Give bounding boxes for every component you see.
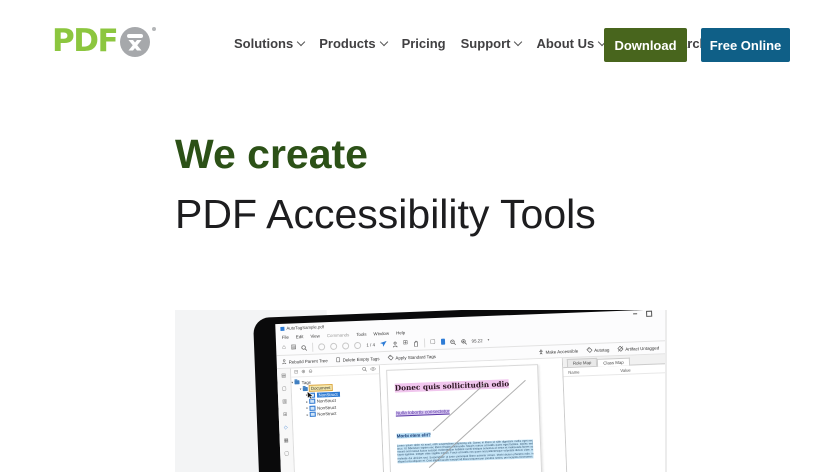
prev-page-button[interactable] [318,342,326,351]
artifact-untagged-button[interactable]: Artifact Untagged [617,344,659,352]
chevron-down-icon [514,37,523,47]
zoom-level-value[interactable]: 95.22 [471,338,482,343]
snapshot-grid-icon[interactable]: ⊞ [403,340,408,346]
person-icon [282,359,287,365]
collapsed-arrow-icon[interactable]: ▸ [306,406,308,410]
clipboard-icon [336,357,341,363]
document-view[interactable]: Donec quis sollicitudin odio Nulla lobor… [379,358,572,472]
home-icon[interactable]: ⌂ [282,345,286,351]
pages-icon[interactable]: ▤ [291,344,297,350]
search-icon[interactable] [301,338,308,356]
accessibility-icon [539,349,543,355]
expanded-arrow-icon[interactable]: ▾ [291,381,293,385]
chevron-down-icon [379,37,388,47]
hero-line-2: PDF Accessibility Tools [175,191,596,237]
menu-view[interactable]: View [310,333,320,338]
app-window: AutoTagSample.pdf File Edit View Command… [275,310,665,472]
tag-icon [586,347,593,353]
tab-role-map[interactable]: Role Map [566,357,598,367]
zoom-in-icon[interactable] [460,332,467,350]
fields-panel-icon[interactable]: ▢ [284,451,289,457]
nav-item-products[interactable]: Products [319,36,388,51]
app-icon [280,326,285,331]
next-page-button[interactable] [330,342,338,350]
rebuild-parent-tree-button[interactable]: Rebuild Parent Tree [282,357,328,365]
page-indicator: 1 / 4 [366,341,376,348]
find-tag-icon[interactable] [362,366,367,373]
download-button[interactable]: Download [604,28,687,62]
expand-icon[interactable]: ⊕ [301,369,305,375]
folder-icon [294,380,300,385]
minimize-icon[interactable] [633,313,638,315]
nav-item-about-us[interactable]: About Us [536,36,607,51]
bookmarks-panel-icon[interactable]: ▢ [282,386,287,392]
product-screenshot: AutoTagSample.pdf File Edit View Command… [175,310,667,472]
free-online-button[interactable]: Free Online [701,28,790,62]
laptop-frame: AutoTagSample.pdf File Edit View Command… [253,310,665,472]
nav-item-solutions[interactable]: Solutions [234,36,306,51]
make-accessible-button[interactable]: Make Accessible [538,348,578,356]
zoom-dropdown-caret-icon[interactable]: ▾ [487,338,489,342]
maximize-icon[interactable] [646,310,652,317]
hero-line-1: We create [175,131,368,177]
nav-item-support[interactable]: Support [461,36,523,51]
trademark-dot [152,27,157,31]
pdfix-logo-mark-icon [119,26,151,63]
doc-heading: Donec quis sollicitudin odio [394,379,510,393]
zoom-out-icon[interactable] [449,332,456,350]
chevron-down-icon [296,37,306,47]
app-body: ▤ ▢ ▥ ⊞ ◇ ▦ ▢ ⊟ ⊕ ⊖ ▾ Tags ▾ Document ▸ … [276,352,665,472]
expanded-arrow-icon[interactable]: ▾ [300,387,302,391]
delete-empty-tags-button[interactable]: Delete Empty Tags [336,355,380,363]
tags-panel-icon[interactable]: ◇ [284,425,288,431]
collapse-icon[interactable]: ⊖ [308,369,312,375]
menu-tools[interactable]: Tools [356,331,366,336]
bookmarks-icon[interactable] [440,338,445,345]
doc-paragraph-1: Lorem ipsum dolor sit amet, nibh suspend… [396,438,534,464]
collapse-all-icon[interactable]: ⊟ [294,369,298,375]
person-tool-icon[interactable] [392,334,399,352]
document-icon[interactable]: ▢ [430,339,436,345]
thumbnails-panel-icon[interactable]: ▤ [281,373,286,379]
map-panel: Role Map Class Map Name Value [561,352,665,472]
select-tool-icon[interactable] [379,335,388,353]
first-page-button[interactable] [342,341,350,350]
window-title: AutoTagSample.pdf [286,324,325,331]
pdfix-homepage: PDF Solutions Products Pricing Support A… [0,0,840,472]
last-page-button[interactable] [354,341,362,349]
menu-file[interactable]: File [282,334,289,339]
tag-icon [387,354,394,361]
mouse-cursor-icon [307,387,315,405]
show-hide-icon[interactable] [370,366,377,373]
nav-item-pricing[interactable]: Pricing [402,36,446,51]
menu-commands[interactable]: Commands [327,332,350,338]
tab-class-map[interactable]: Class Map [597,357,630,367]
layers-panel-icon[interactable]: ⊞ [283,412,287,418]
logo[interactable]: PDF [52,23,157,63]
tag-node-icon [309,411,316,418]
content-panel-icon[interactable]: ▦ [284,438,289,444]
logo-text: PDF [52,23,119,59]
collapsed-arrow-icon[interactable]: ▸ [307,413,309,417]
untagged-icon [617,345,624,352]
tag-node-icon [309,405,316,411]
doc-subheading: Nulla lobortis consectetur [395,409,450,417]
autotag-button[interactable]: Autotag [586,346,609,353]
column-name: Name [568,369,580,375]
apply-standard-tags-button[interactable]: Apply Standard Tags [387,353,436,361]
attachments-panel-icon[interactable]: ▥ [282,399,287,405]
hand-tool-icon[interactable] [413,334,420,352]
column-value: Value [620,367,631,373]
doc-question-1: Morbi elem elit? [396,432,431,439]
tags-panel: ⊟ ⊕ ⊖ ▾ Tags ▾ Document ▸ NonStruct ▸ No… [290,365,390,472]
